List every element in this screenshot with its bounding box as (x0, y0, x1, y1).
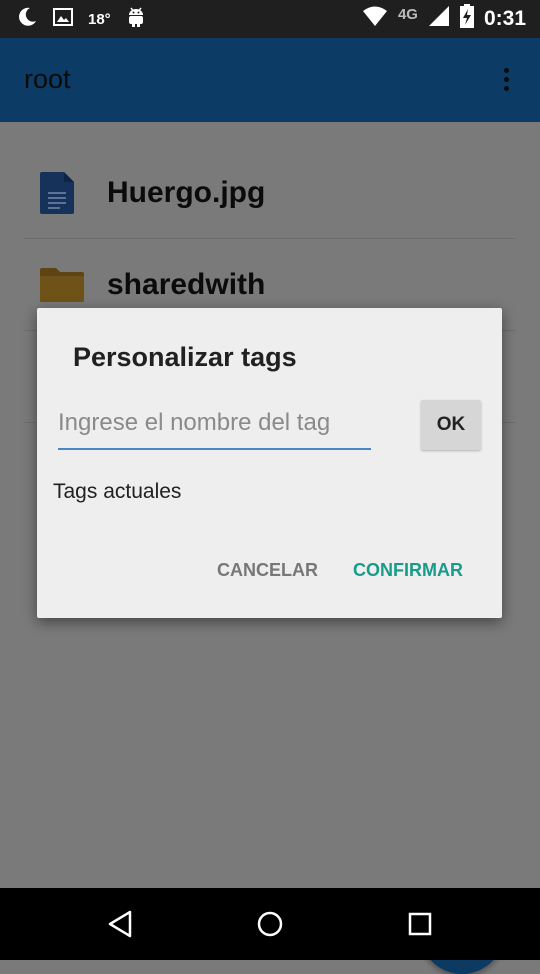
battery-charging-icon (459, 4, 474, 33)
android-icon (125, 6, 147, 33)
back-icon[interactable] (106, 910, 134, 943)
dialog-title: Personalizar tags (73, 342, 297, 372)
wifi-icon (362, 5, 388, 32)
app-title: root (24, 64, 71, 94)
ok-button[interactable]: OK (421, 400, 481, 450)
document-icon (40, 172, 74, 219)
list-item[interactable]: Huergo.jpg (24, 146, 516, 239)
folder-icon (40, 266, 84, 307)
cancel-button[interactable]: CANCELAR (217, 560, 318, 581)
image-icon (52, 6, 74, 33)
folder-name: sharedwith (107, 268, 266, 301)
current-tags-label: Tags actuales (53, 480, 182, 503)
tag-name-input[interactable] (58, 398, 371, 450)
network-type-text: 4G (397, 6, 418, 23)
file-name: Huergo.jpg (107, 176, 266, 209)
app-bar: root (0, 38, 540, 122)
clock-text: 0:31 (483, 6, 526, 30)
home-icon[interactable] (256, 910, 284, 943)
navigation-bar (0, 888, 540, 960)
moon-icon (16, 6, 38, 33)
temperature-text: 18° (88, 11, 111, 28)
custom-tags-dialog: Personalizar tags OK Tags actuales CANCE… (37, 308, 502, 618)
status-bar: 18° 4G 0:31 (0, 0, 540, 38)
recents-icon[interactable] (406, 910, 434, 943)
signal-icon (428, 5, 450, 32)
overflow-menu-icon[interactable] (502, 68, 510, 94)
confirm-button[interactable]: CONFIRMAR (353, 560, 463, 581)
